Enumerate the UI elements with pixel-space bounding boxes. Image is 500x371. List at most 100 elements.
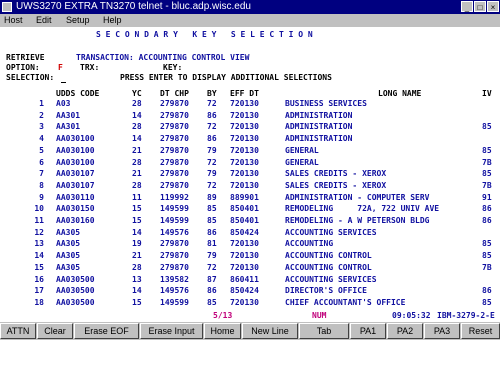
row-by: 72 — [207, 262, 217, 272]
table-row[interactable]: 2 AA301 14 279870 86 720130 ADMINISTRATION — [0, 111, 500, 121]
table-row[interactable]: 3 AA301 28 279870 72 720130 ADMINISTRATION 85 — [0, 122, 500, 132]
row-dtchp: 279870 — [160, 251, 189, 261]
row-by: 86 — [207, 227, 217, 237]
row-effdt: 720130 — [230, 169, 259, 179]
row-by: 86 — [207, 286, 217, 296]
reset-button[interactable]: Reset — [461, 323, 500, 339]
row-udds: AA030500 — [56, 274, 95, 284]
row-yc: 13 — [132, 274, 142, 284]
table-row[interactable]: 1 A03 28 279870 72 720130 BUSINESS SERVICES — [0, 99, 500, 109]
row-by: 86 — [207, 110, 217, 120]
row-by: 72 — [207, 122, 217, 132]
menu-bar: Host Edit Setup Help — [0, 14, 500, 27]
table-row[interactable]: 18 AA030500 15 149599 85 720130 CHIEF ACCOUNTA… — [0, 298, 500, 308]
table-row[interactable]: 17 AA030500 14 149576 86 850424 DIRECTOR'S OFF… — [0, 286, 500, 296]
row-yc: 28 — [132, 157, 142, 167]
row-yc: 14 — [132, 110, 142, 120]
row-number: 5 — [39, 145, 44, 155]
row-udds: AA030110 — [56, 192, 95, 202]
erase-input-button[interactable]: Erase Input — [140, 323, 203, 339]
new-line-button[interactable]: New Line — [242, 323, 298, 339]
row-yc: 28 — [132, 262, 142, 272]
row-longname: DIRECTOR'S OFFICE — [285, 286, 367, 296]
row-longname: GENERAL — [285, 145, 319, 155]
row-longname: ADMINISTRATION - COMPUTER SERV — [285, 192, 430, 202]
row-longname: ACCOUNTING SERVICES — [285, 227, 377, 237]
pa1-button[interactable]: PA1 — [350, 323, 386, 339]
home-button[interactable]: Home — [204, 323, 241, 339]
row-udds: AA305 — [56, 251, 81, 261]
row-number: 13 — [34, 239, 44, 249]
row-by: 89 — [207, 192, 217, 202]
app-icon[interactable] — [2, 2, 12, 12]
screen-header: S E C O N D A R Y K E Y S E L E C T I O … — [96, 30, 313, 39]
row-effdt: 850424 — [230, 227, 259, 237]
tab-button[interactable]: Tab — [299, 323, 349, 339]
row-effdt: 720130 — [230, 145, 259, 155]
table-row[interactable]: 16 AA030500 13 139582 87 860411 ACCOUNTING SER… — [0, 275, 500, 285]
row-longname: ACCOUNTING — [285, 239, 334, 249]
row-udds: AA030100 — [56, 145, 95, 155]
table-row[interactable]: 6 AA030100 28 279870 72 720130 GENERAL 7B — [0, 158, 500, 168]
row-dtchp: 279870 — [160, 157, 189, 167]
row-udds: AA305 — [56, 239, 81, 249]
column-header-row: UDDS CODE YC DT CHP BY EFF DT LONG NAME … — [0, 89, 500, 99]
menu-help[interactable]: Help — [103, 14, 122, 27]
menu-edit[interactable]: Edit — [36, 14, 52, 27]
table-row[interactable]: 13 AA305 19 279870 81 720130 ACCOUNTING 85 — [0, 239, 500, 249]
row-yc: 28 — [132, 122, 142, 132]
pa2-button[interactable]: PA2 — [387, 323, 423, 339]
table-row[interactable]: 10 AA030150 15 149599 85 850401 REMODELING 72A… — [0, 204, 500, 214]
clear-button[interactable]: Clear — [37, 323, 73, 339]
table-row[interactable]: 14 AA305 21 279870 79 720130 ACCOUNTING CONTRO… — [0, 251, 500, 261]
row-by: 85 — [207, 204, 217, 214]
option-field[interactable]: F — [58, 63, 63, 73]
row-yc: 21 — [132, 169, 142, 179]
row-udds: AA030150 — [56, 204, 95, 214]
menu-setup[interactable]: Setup — [66, 14, 90, 27]
row-by: 79 — [207, 251, 217, 261]
row-longname: BUSINESS SERVICES — [285, 99, 367, 108]
row-udds: AA030100 — [56, 134, 95, 144]
option-label: OPTION: — [6, 63, 40, 72]
row-dtchp: 279870 — [160, 145, 189, 155]
col-dtchp: DT CHP — [160, 89, 189, 98]
table-row[interactable]: 8 AA030107 28 279870 72 720130 SALES CREDITS -… — [0, 181, 500, 191]
row-number: 2 — [39, 110, 44, 120]
row-yc: 21 — [132, 145, 142, 155]
row-longname: ACCOUNTING SERVICES — [285, 274, 377, 284]
table-row[interactable]: 12 AA305 14 149576 86 850424 ACCOUNTING SERVIC… — [0, 228, 500, 238]
minimize-icon[interactable]: _ — [461, 1, 473, 12]
table-row[interactable]: 5 AA030100 21 279870 79 720130 GENERAL 85 — [0, 146, 500, 156]
row-iv: 86 — [482, 216, 492, 225]
table-row[interactable]: 4 AA030100 14 279870 86 720130 ADMINISTRATION — [0, 134, 500, 144]
attn-button[interactable]: ATTN — [0, 323, 36, 339]
row-effdt: 720130 — [230, 262, 259, 272]
row-by: 81 — [207, 239, 217, 249]
table-row[interactable]: 11 AA030160 15 149599 85 850401 REMODELING - A… — [0, 216, 500, 226]
row-iv: 7B — [482, 157, 492, 167]
row-yc: 15 — [132, 297, 142, 307]
row-udds: A03 — [56, 99, 71, 108]
col-effdt: EFF DT — [230, 89, 259, 98]
table-row[interactable]: 15 AA305 28 279870 72 720130 ACCOUNTING CONTRO… — [0, 263, 500, 273]
terminal-screen[interactable]: S E C O N D A R Y K E Y S E L E C T I O … — [0, 27, 500, 322]
row-effdt: 720130 — [230, 134, 259, 144]
row-yc: 14 — [132, 227, 142, 237]
row-udds: AA030107 — [56, 180, 95, 190]
pa3-button[interactable]: PA3 — [424, 323, 460, 339]
maximize-icon[interactable]: □ — [474, 1, 486, 12]
row-by: 87 — [207, 274, 217, 284]
table-row[interactable]: 9 AA030110 11 119992 89 889901 ADMINISTRATION … — [0, 193, 500, 203]
table-row[interactable]: 7 AA030107 21 279870 79 720130 SALES CREDITS -… — [0, 169, 500, 179]
row-number: 7 — [39, 169, 44, 179]
selection-input-cursor[interactable] — [61, 82, 66, 83]
row-number: 6 — [39, 157, 44, 167]
close-icon[interactable]: × — [487, 1, 499, 12]
row-effdt: 720130 — [230, 297, 259, 307]
row-longname: SALES CREDITS - XEROX — [285, 169, 387, 179]
erase-eof-button[interactable]: Erase EOF — [74, 323, 139, 339]
menu-host[interactable]: Host — [4, 14, 23, 27]
status-line: 5/13 NUM 09:05:32 IBM-3279-2-E — [0, 311, 500, 321]
row-dtchp: 279870 — [160, 122, 189, 132]
